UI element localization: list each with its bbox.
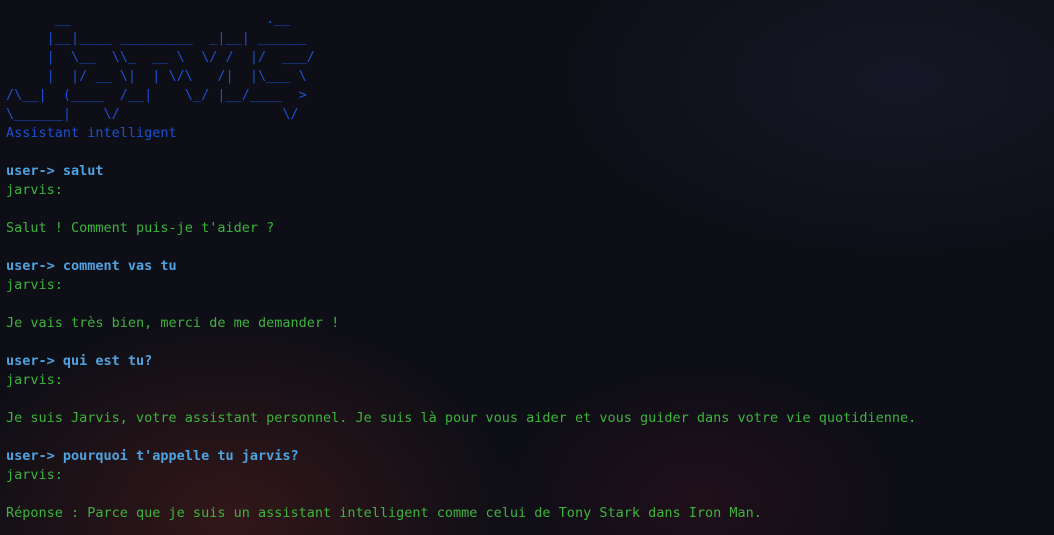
user-prompt-line: user-> salut: [6, 163, 104, 179]
user-prompt-line: user-> pourquoi t'appelle tu jarvis?: [6, 448, 299, 464]
jarvis-response: Réponse : Parce que je suis un assistant…: [6, 505, 762, 521]
exchange-1: user-> salut jarvis: Salut ! Comment pui…: [6, 162, 1050, 257]
exchange-2: user-> comment vas tu jarvis: Je vais tr…: [6, 257, 1050, 352]
ascii-banner-logo: __ .__ |__|____ _________ _|__| ______ |…: [6, 11, 315, 122]
user-prompt-line: user-> qui est tu?: [6, 353, 153, 369]
jarvis-response: Salut ! Comment puis-je t'aider ?: [6, 220, 275, 236]
jarvis-response: Je suis Jarvis, votre assistant personne…: [6, 410, 917, 426]
app-subtitle: Assistant intelligent: [6, 125, 177, 141]
jarvis-response: Je vais très bien, merci de me demander …: [6, 315, 340, 331]
jarvis-label: jarvis:: [6, 372, 63, 388]
user-prompt-line: user-> comment vas tu: [6, 258, 177, 274]
exchange-3: user-> qui est tu? jarvis: Je suis Jarvi…: [6, 352, 1050, 447]
jarvis-label: jarvis:: [6, 467, 63, 483]
jarvis-label: jarvis:: [6, 182, 63, 198]
jarvis-label: jarvis:: [6, 277, 63, 293]
exchange-4: user-> pourquoi t'appelle tu jarvis? jar…: [6, 447, 1050, 523]
terminal-window[interactable]: __ .__ |__|____ _________ _|__| ______ |…: [6, 10, 1050, 523]
